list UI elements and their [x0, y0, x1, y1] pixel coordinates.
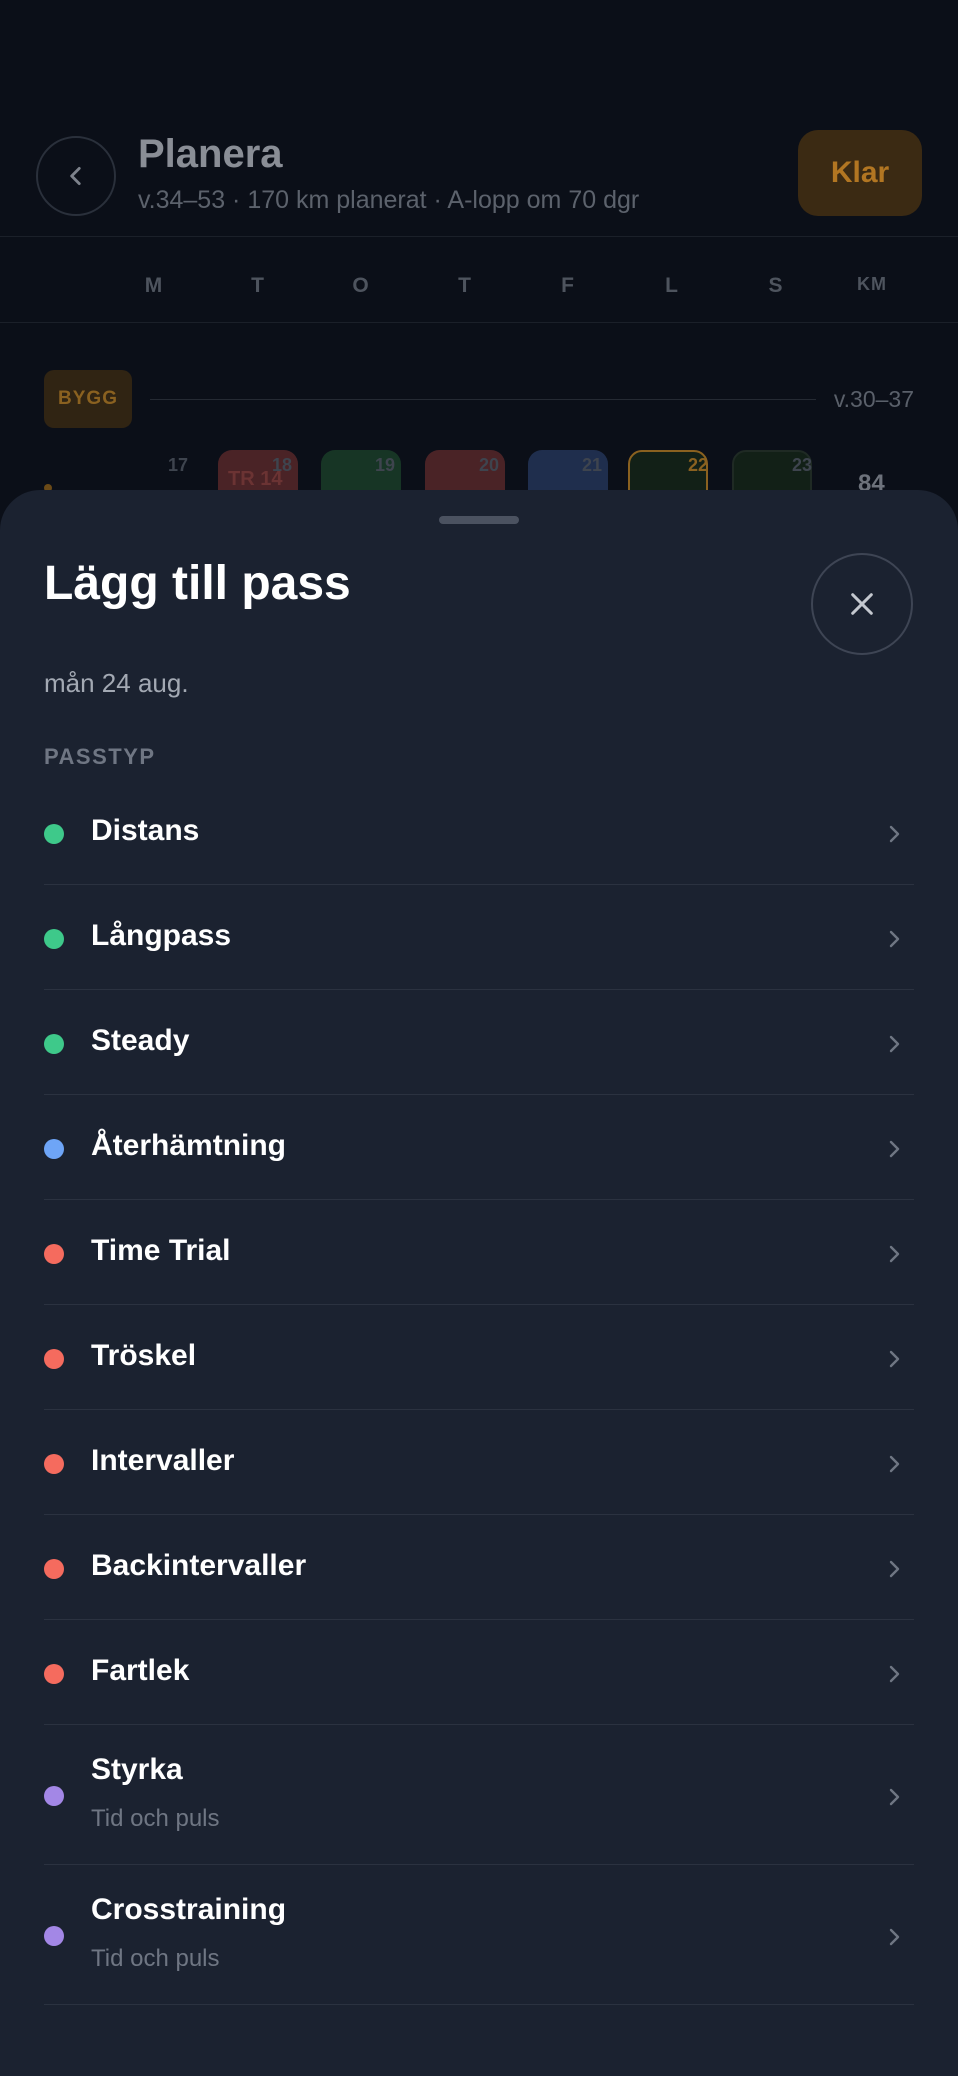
close-icon — [851, 593, 873, 615]
session-type-name: Långpass — [91, 919, 232, 952]
session-type-name: Steady — [91, 1024, 190, 1057]
chevron-right-icon — [889, 1035, 900, 1053]
session-type-name: Fartlek — [91, 1654, 190, 1687]
type-color-dot — [44, 1139, 64, 1159]
back-button[interactable] — [36, 136, 116, 216]
day-number: 21 — [581, 455, 602, 475]
block-range: v.30–37 — [833, 386, 914, 412]
session-type-item[interactable]: Tröskel — [44, 1305, 914, 1410]
session-type-name: Återhämtning — [91, 1129, 286, 1162]
chevron-right-icon — [889, 1560, 900, 1578]
session-type-item[interactable]: Styrka Tid och puls — [44, 1725, 914, 1865]
page-title: Planera — [138, 132, 283, 176]
type-color-dot — [44, 929, 64, 949]
page-subtitle: v.34–53 · 170 km planerat · A-lopp om 70… — [138, 186, 640, 214]
session-type-item[interactable]: Intervaller — [44, 1410, 914, 1515]
type-color-dot — [44, 1244, 64, 1264]
session-type-item[interactable]: Långpass — [44, 885, 914, 990]
type-color-dot — [44, 1664, 64, 1684]
chevron-right-icon — [889, 930, 900, 948]
session-type-subtitle: Tid och puls — [91, 1805, 220, 1832]
session-type-subtitle: Tid och puls — [91, 1945, 220, 1972]
session-type-name: Time Trial — [91, 1234, 231, 1267]
session-type-item[interactable]: Återhämtning — [44, 1095, 914, 1200]
type-color-dot — [44, 1559, 64, 1579]
session-type-name: Distans — [91, 814, 200, 847]
chevron-right-icon — [889, 1455, 900, 1473]
km-column-label: KM — [857, 274, 887, 294]
session-type-item[interactable]: Steady — [44, 990, 914, 1095]
session-type-name: Intervaller — [91, 1444, 235, 1477]
session-type-name: Tröskel — [91, 1339, 197, 1372]
weekday-label: F — [561, 274, 575, 297]
type-color-dot — [44, 1034, 64, 1054]
session-type-name: Backintervaller — [91, 1549, 307, 1582]
type-color-dot — [44, 1926, 64, 1946]
sheet-title: Lägg till pass — [44, 557, 351, 610]
chevron-right-icon — [889, 1140, 900, 1158]
weekday-label: L — [665, 274, 679, 297]
chevron-right-icon — [889, 1665, 900, 1683]
weekday-label: M — [144, 274, 164, 297]
type-color-dot — [44, 1786, 64, 1806]
chevron-right-icon — [889, 1350, 900, 1368]
session-type-name: Styrka — [91, 1753, 183, 1786]
block-divider — [150, 399, 816, 400]
weekday-label: T — [251, 274, 265, 297]
weekday-label: T — [458, 274, 472, 297]
day-number: 19 — [374, 455, 395, 475]
selected-date: mån 24 aug. — [44, 668, 189, 698]
type-color-dot — [44, 1349, 64, 1369]
chevron-right-icon — [889, 1245, 900, 1263]
session-type-item[interactable]: Backintervaller — [44, 1515, 914, 1620]
session-type-item[interactable]: Fartlek — [44, 1620, 914, 1725]
weekday-label: S — [768, 274, 784, 297]
session-type-name: Crosstraining — [91, 1893, 287, 1926]
add-session-sheet: Lägg till pass mån 24 aug. PASSTYP Dista… — [0, 490, 958, 2076]
type-color-dot — [44, 824, 64, 844]
done-button[interactable]: Klar — [798, 130, 922, 216]
header-divider — [0, 236, 958, 237]
type-color-dot — [44, 1454, 64, 1474]
day-number: 20 — [478, 455, 499, 475]
chevron-right-icon — [889, 1928, 900, 1946]
session-type-item[interactable]: Time Trial — [44, 1200, 914, 1305]
chevron-right-icon — [889, 1788, 900, 1806]
day-number: 23 — [791, 455, 812, 475]
day-number: 17 — [167, 455, 188, 475]
sheet-drag-handle[interactable] — [439, 516, 519, 524]
session-type-item[interactable]: Distans — [44, 780, 914, 885]
chevron-right-icon — [889, 825, 900, 843]
tile-label: TR 14 — [228, 468, 283, 490]
weekday-divider — [0, 322, 958, 323]
planner-background: Planera v.34–53 · 170 km planerat · A-lo… — [0, 0, 958, 530]
chevron-left-icon — [70, 167, 81, 185]
day-number-highlighted: 22 — [687, 455, 708, 475]
session-type-list: Distans Långpass Steady Återhämtning Time Tr… — [44, 780, 914, 2005]
block-badge: BYGG — [44, 370, 132, 428]
weekday-label: O — [352, 274, 370, 297]
section-label: PASSTYP — [44, 744, 156, 769]
session-type-item[interactable]: Crosstraining Tid och puls — [44, 1865, 914, 2005]
close-button[interactable] — [811, 553, 913, 655]
